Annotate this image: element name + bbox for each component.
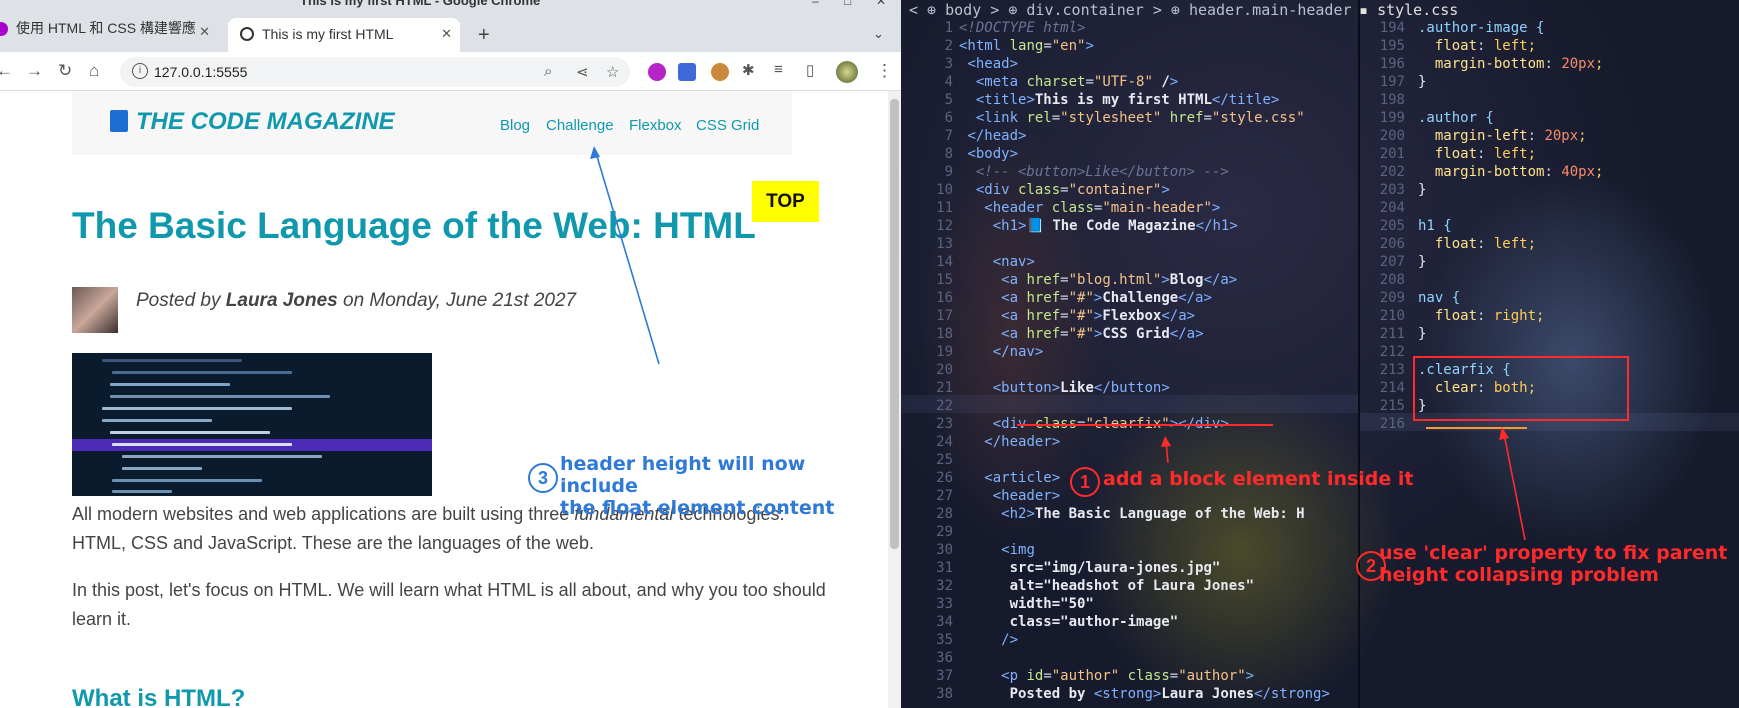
browser-toolbar: ← → ↻ ⌂ i 127.0.0.1:5555 ⌕ ⋖ ☆ ✱ ≡ ▯ ⋮ — [0, 52, 901, 91]
page-viewport: THE CODE MAGAZINE Blog Challenge Flexbox… — [0, 91, 888, 708]
reading-list-icon[interactable]: ≡ — [774, 61, 783, 78]
annotation-2-text: use 'clear' property to fix parent height… — [1379, 542, 1728, 586]
close-icon[interactable]: ✕ — [441, 26, 452, 42]
share-icon[interactable]: ⋖ — [576, 63, 589, 81]
page-scrollbar[interactable] — [888, 91, 901, 708]
browser-window: This is my first HTML - Google Chrome – … — [0, 0, 901, 708]
puzzle-icon[interactable]: ✱ — [742, 61, 755, 79]
tab-label: This is my first HTML — [262, 26, 394, 42]
cookie-icon[interactable] — [711, 63, 729, 81]
annotation-3-arrow — [590, 146, 660, 365]
annotation-3-number: 3 — [528, 463, 558, 493]
annotation-1-number: 1 — [1070, 467, 1100, 497]
tab-first-html[interactable]: This is my first HTML ✕ — [228, 18, 460, 52]
new-tab-button[interactable]: + — [478, 24, 490, 47]
extension-icon[interactable] — [648, 63, 666, 81]
close-window-icon[interactable]: ✕ — [876, 0, 886, 8]
back-icon[interactable]: ← — [0, 61, 13, 81]
code-editor: < ⊕ body > ⊕ div.container > ⊕ header.ma… — [901, 0, 1739, 708]
minimize-icon[interactable]: – — [812, 0, 819, 8]
annotation-3-text: header height will now include the float … — [560, 453, 835, 519]
scrollbar-thumb[interactable] — [890, 99, 899, 549]
window-titlebar: This is my first HTML - Google Chrome – … — [0, 0, 901, 10]
more-icon[interactable]: ⋮ — [876, 61, 893, 81]
chrome-icon — [240, 27, 254, 41]
info-icon[interactable]: i — [132, 63, 148, 79]
side-panel-icon[interactable]: ▯ — [806, 61, 814, 79]
annotation-1-text: add a block element inside it — [1103, 468, 1414, 490]
translate-icon[interactable] — [678, 63, 696, 81]
maximize-icon[interactable]: □ — [844, 0, 851, 8]
close-icon[interactable]: ✕ — [199, 24, 210, 40]
address-bar[interactable]: i 127.0.0.1:5555 ⌕ ⋖ ☆ — [120, 57, 630, 87]
avatar[interactable] — [836, 61, 858, 83]
zoom-icon[interactable]: ⌕ — [544, 63, 552, 80]
url-text: 127.0.0.1:5555 — [154, 64, 248, 80]
bookmark-star-icon[interactable]: ☆ — [606, 63, 619, 81]
window-title: This is my first HTML - Google Chrome — [300, 0, 541, 8]
tab-course[interactable]: 使用 HTML 和 CSS 構建響應 ✕ — [0, 18, 218, 52]
forward-icon[interactable]: → — [26, 61, 43, 81]
udemy-icon — [0, 22, 8, 37]
chevron-down-icon[interactable]: ⌄ — [873, 26, 884, 42]
home-icon[interactable]: ⌂ — [89, 61, 99, 81]
reload-icon[interactable]: ↻ — [58, 61, 72, 81]
tab-strip: 使用 HTML 和 CSS 構建響應 ✕ This is my first HT… — [0, 10, 901, 52]
annotation-arrows — [1017, 424, 1527, 541]
tab-label: 使用 HTML 和 CSS 構建響應 — [16, 20, 196, 36]
